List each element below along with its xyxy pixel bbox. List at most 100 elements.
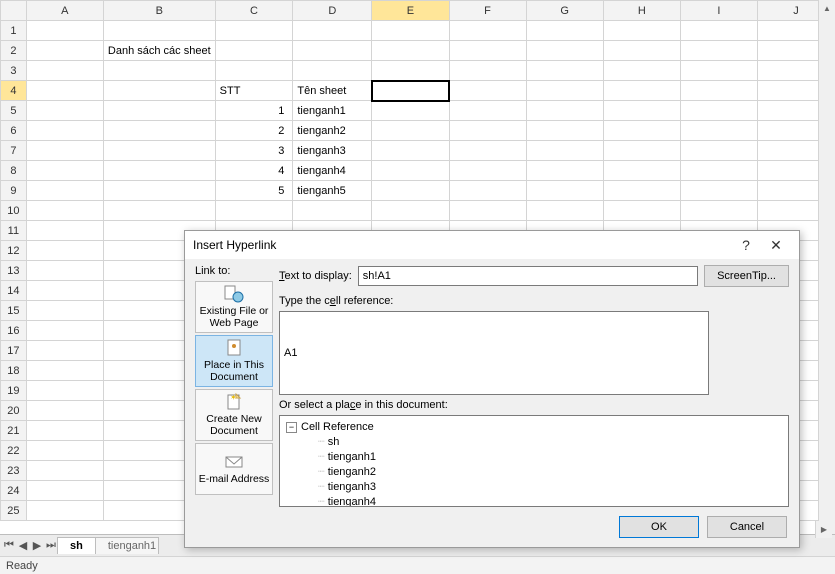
cell-C1[interactable] bbox=[215, 21, 293, 41]
cell-A5[interactable] bbox=[26, 101, 103, 121]
cell-H9[interactable] bbox=[603, 181, 680, 201]
cell-G1[interactable] bbox=[526, 21, 603, 41]
row-header-10[interactable]: 10 bbox=[1, 201, 27, 221]
col-header-H[interactable]: H bbox=[603, 1, 680, 21]
cell-D7[interactable]: tienganh3 bbox=[293, 141, 372, 161]
cell-I1[interactable] bbox=[680, 21, 757, 41]
cell-F9[interactable] bbox=[449, 181, 526, 201]
cell-E6[interactable] bbox=[372, 121, 449, 141]
cell-H5[interactable] bbox=[603, 101, 680, 121]
cell-B10[interactable] bbox=[103, 201, 215, 221]
cell-E2[interactable] bbox=[372, 41, 449, 61]
cell-H10[interactable] bbox=[603, 201, 680, 221]
cell-B6[interactable] bbox=[103, 121, 215, 141]
cell-I3[interactable] bbox=[680, 61, 757, 81]
row-header-23[interactable]: 23 bbox=[1, 461, 27, 481]
cell-H3[interactable] bbox=[603, 61, 680, 81]
cell-A8[interactable] bbox=[26, 161, 103, 181]
row-header-25[interactable]: 25 bbox=[1, 501, 27, 521]
cell-G6[interactable] bbox=[526, 121, 603, 141]
cell-D4[interactable]: Tên sheet bbox=[293, 81, 372, 101]
cell-G10[interactable] bbox=[526, 201, 603, 221]
cell-I5[interactable] bbox=[680, 101, 757, 121]
cell-D9[interactable]: tienganh5 bbox=[293, 181, 372, 201]
cell-D2[interactable] bbox=[293, 41, 372, 61]
cell-A11[interactable] bbox=[26, 221, 103, 241]
cell-F7[interactable] bbox=[449, 141, 526, 161]
cell-D8[interactable]: tienganh4 bbox=[293, 161, 372, 181]
collapse-icon[interactable]: − bbox=[286, 422, 297, 433]
row-header-7[interactable]: 7 bbox=[1, 141, 27, 161]
cell-H7[interactable] bbox=[603, 141, 680, 161]
tree-sheet-sh[interactable]: sh bbox=[286, 435, 782, 450]
cell-I6[interactable] bbox=[680, 121, 757, 141]
linkto-email[interactable]: E-mail Address bbox=[195, 443, 273, 495]
cell-G9[interactable] bbox=[526, 181, 603, 201]
col-header-I[interactable]: I bbox=[680, 1, 757, 21]
cell-G4[interactable] bbox=[526, 81, 603, 101]
scroll-right-arrow-icon[interactable]: ▶ bbox=[815, 521, 832, 538]
cell-A7[interactable] bbox=[26, 141, 103, 161]
col-header-C[interactable]: C bbox=[215, 1, 293, 21]
cell-A19[interactable] bbox=[26, 381, 103, 401]
cell-B9[interactable] bbox=[103, 181, 215, 201]
cell-A15[interactable] bbox=[26, 301, 103, 321]
col-header-D[interactable]: D bbox=[293, 1, 372, 21]
col-header-F[interactable]: F bbox=[449, 1, 526, 21]
cell-B3[interactable] bbox=[103, 61, 215, 81]
cell-F6[interactable] bbox=[449, 121, 526, 141]
vertical-scrollbar[interactable]: ▲ ▼ bbox=[818, 0, 835, 534]
row-header-21[interactable]: 21 bbox=[1, 421, 27, 441]
cell-F3[interactable] bbox=[449, 61, 526, 81]
cell-B1[interactable] bbox=[103, 21, 215, 41]
cell-A17[interactable] bbox=[26, 341, 103, 361]
row-header-17[interactable]: 17 bbox=[1, 341, 27, 361]
linkto-existing-file[interactable]: Existing File or Web Page bbox=[195, 281, 273, 333]
ok-button[interactable]: OK bbox=[619, 516, 699, 538]
cell-A20[interactable] bbox=[26, 401, 103, 421]
linkto-place-in-document[interactable]: Place in This Document bbox=[195, 335, 273, 387]
text-to-display-input[interactable] bbox=[358, 266, 698, 286]
row-header-14[interactable]: 14 bbox=[1, 281, 27, 301]
cell-I10[interactable] bbox=[680, 201, 757, 221]
screentip-button[interactable]: ScreenTip... bbox=[704, 265, 789, 287]
cell-E8[interactable] bbox=[372, 161, 449, 181]
scroll-up-arrow-icon[interactable]: ▲ bbox=[819, 0, 835, 17]
row-header-12[interactable]: 12 bbox=[1, 241, 27, 261]
cell-B4[interactable] bbox=[103, 81, 215, 101]
row-header-9[interactable]: 9 bbox=[1, 181, 27, 201]
cell-D5[interactable]: tienganh1 bbox=[293, 101, 372, 121]
cell-A3[interactable] bbox=[26, 61, 103, 81]
row-header-8[interactable]: 8 bbox=[1, 161, 27, 181]
row-header-22[interactable]: 22 bbox=[1, 441, 27, 461]
cell-E4[interactable] bbox=[372, 81, 449, 101]
row-header-4[interactable]: 4 bbox=[1, 81, 27, 101]
cell-C3[interactable] bbox=[215, 61, 293, 81]
cell-B5[interactable] bbox=[103, 101, 215, 121]
cell-E5[interactable] bbox=[372, 101, 449, 121]
cell-H4[interactable] bbox=[603, 81, 680, 101]
tab-nav-first-icon[interactable]: ⏮ bbox=[2, 538, 16, 554]
cell-A9[interactable] bbox=[26, 181, 103, 201]
tree-sheet-tienganh3[interactable]: tienganh3 bbox=[286, 480, 782, 495]
tree-sheet-tienganh2[interactable]: tienganh2 bbox=[286, 465, 782, 480]
row-header-16[interactable]: 16 bbox=[1, 321, 27, 341]
row-header-24[interactable]: 24 bbox=[1, 481, 27, 501]
col-header-B[interactable]: B bbox=[103, 1, 215, 21]
cell-F8[interactable] bbox=[449, 161, 526, 181]
cell-E9[interactable] bbox=[372, 181, 449, 201]
row-header-18[interactable]: 18 bbox=[1, 361, 27, 381]
cell-B7[interactable] bbox=[103, 141, 215, 161]
cell-I7[interactable] bbox=[680, 141, 757, 161]
cell-F5[interactable] bbox=[449, 101, 526, 121]
cell-E7[interactable] bbox=[372, 141, 449, 161]
cell-G3[interactable] bbox=[526, 61, 603, 81]
cell-C6[interactable]: 2 bbox=[215, 121, 293, 141]
cell-F2[interactable] bbox=[449, 41, 526, 61]
cell-G7[interactable] bbox=[526, 141, 603, 161]
row-header-2[interactable]: 2 bbox=[1, 41, 27, 61]
row-header-6[interactable]: 6 bbox=[1, 121, 27, 141]
col-header-G[interactable]: G bbox=[526, 1, 603, 21]
cell-A24[interactable] bbox=[26, 481, 103, 501]
col-header-E[interactable]: E bbox=[372, 1, 449, 21]
